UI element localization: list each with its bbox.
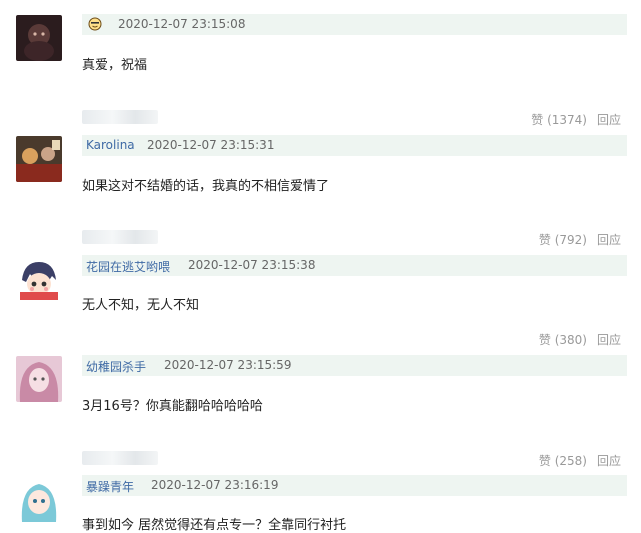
like-button[interactable]: 赞 (258) bbox=[539, 454, 587, 468]
comment-meta: 幼稚园杀手 2020-12-07 23:15:59 bbox=[82, 355, 627, 376]
comment-actions: 赞 (380) 回应 bbox=[529, 331, 621, 348]
comment-text: 真爱，祝福 bbox=[82, 58, 148, 73]
blurred-quote bbox=[82, 451, 158, 465]
reply-button[interactable]: 回应 bbox=[597, 454, 621, 468]
comment-meta: Karolina 2020-12-07 23:15:31 bbox=[82, 135, 627, 156]
reply-button[interactable]: 回应 bbox=[597, 113, 621, 127]
comment-actions: 赞 (258) 回应 bbox=[529, 452, 621, 469]
like-button[interactable]: 赞 (792) bbox=[539, 233, 587, 247]
comment-username[interactable]: 幼稚园杀手 bbox=[86, 358, 146, 375]
comment-time: 2020-12-07 23:15:38 bbox=[188, 258, 316, 272]
comment-meta: 花园在逃艾哟喂 2020-12-07 23:15:38 bbox=[82, 255, 627, 276]
comment-text: 如果这对不结婚的话，我真的不相信爱情了 bbox=[82, 179, 330, 194]
comment-time: 2020-12-07 23:15:08 bbox=[118, 17, 246, 31]
like-button[interactable]: 赞 (380) bbox=[539, 333, 587, 347]
comment-text: 3月16号？你真能翻哈哈哈哈哈 bbox=[82, 399, 263, 414]
comment-text: 无人不知，无人不知 bbox=[82, 298, 200, 313]
comment-time: 2020-12-07 23:16:19 bbox=[151, 478, 279, 492]
blurred-quote bbox=[82, 110, 158, 124]
avatar[interactable] bbox=[16, 15, 62, 61]
comment-actions: 赞 (792) 回应 bbox=[529, 231, 621, 248]
comment-actions: 赞 (1374) 回应 bbox=[521, 111, 621, 128]
reply-button[interactable]: 回应 bbox=[597, 233, 621, 247]
avatar[interactable] bbox=[16, 356, 62, 402]
avatar[interactable] bbox=[16, 476, 62, 522]
like-button[interactable]: 赞 (1374) bbox=[531, 113, 587, 127]
comment-username[interactable]: 暴躁青年 bbox=[86, 478, 134, 495]
comment-meta: 暴躁青年 2020-12-07 23:16:19 bbox=[82, 475, 627, 496]
smiley-emoji-icon bbox=[88, 17, 102, 31]
reply-button[interactable]: 回应 bbox=[597, 333, 621, 347]
comment-username[interactable]: Karolina bbox=[86, 138, 135, 152]
avatar[interactable] bbox=[16, 136, 62, 182]
comment-time: 2020-12-07 23:15:59 bbox=[164, 358, 292, 372]
comment-time: 2020-12-07 23:15:31 bbox=[147, 138, 275, 152]
comment-meta: 2020-12-07 23:15:08 bbox=[82, 14, 627, 35]
avatar[interactable] bbox=[16, 256, 62, 302]
comment-username[interactable]: 花园在逃艾哟喂 bbox=[86, 258, 170, 275]
comment-text: 事到如今 居然觉得还有点专一？全靠同行衬托 bbox=[82, 518, 347, 533]
blurred-quote bbox=[82, 230, 158, 244]
